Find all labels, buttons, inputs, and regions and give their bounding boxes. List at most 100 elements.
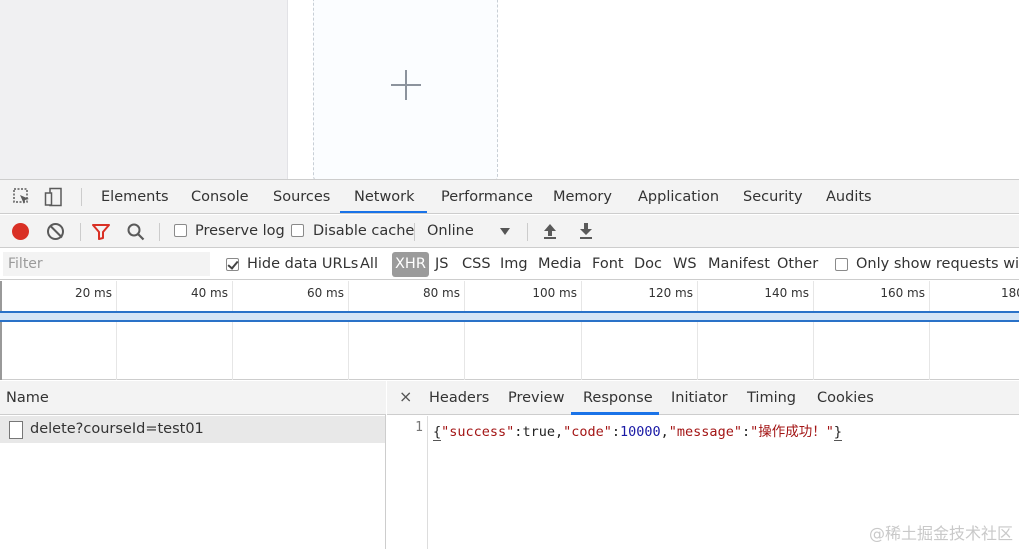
request-row[interactable]: delete?courseId=test01 <box>0 416 385 443</box>
tab-preview[interactable]: Preview <box>508 381 564 415</box>
type-filter-media[interactable]: Media <box>538 249 582 280</box>
hide-data-urls-checkbox[interactable] <box>226 258 239 271</box>
timeline-tick-label: 20 ms <box>74 286 112 300</box>
timeline-gridline <box>813 281 814 380</box>
record-icon[interactable] <box>12 223 29 240</box>
filter-bar: Hide data URLs All XHR JS CSS Img Media … <box>0 249 1019 280</box>
toolbar-separator <box>527 223 528 241</box>
timeline-tick-label: 160 ms <box>880 286 925 300</box>
timeline-gridline <box>232 281 233 380</box>
close-icon[interactable]: × <box>399 381 412 415</box>
timeline-request-bar <box>0 311 1019 322</box>
request-name: delete?courseId=test01 <box>30 421 204 437</box>
type-filter-all[interactable]: All <box>360 249 378 280</box>
timeline-gridline <box>697 281 698 380</box>
device-toolbar-icon[interactable] <box>44 187 64 207</box>
third-party-checkbox[interactable] <box>835 258 848 271</box>
third-party-label: Only show requests with <box>856 256 1019 272</box>
chevron-down-icon[interactable] <box>500 228 510 235</box>
response-body[interactable]: {"success":true,"code":10000,"message":"… <box>433 420 842 441</box>
network-bottom: Name delete?courseId=test01 × Headers Pr… <box>0 381 1019 549</box>
clear-icon[interactable] <box>47 223 64 240</box>
devtools-panel: Elements Console Sources Network Perform… <box>0 179 1019 549</box>
import-har-icon[interactable] <box>543 223 557 239</box>
timeline-tick-label: 100 ms <box>532 286 577 300</box>
disable-cache-label: Disable cache <box>313 223 415 239</box>
json-value: "操作成功！" <box>750 424 834 440</box>
tab-response[interactable]: Response <box>583 381 653 415</box>
request-list: Name delete?courseId=test01 <box>0 381 386 549</box>
left-panel <box>0 0 288 180</box>
timeline-gridline <box>581 281 582 380</box>
timeline-gridline <box>929 281 930 380</box>
filter-icon[interactable] <box>92 224 110 240</box>
disable-cache-checkbox[interactable] <box>291 224 304 237</box>
type-filter-manifest[interactable]: Manifest <box>708 249 770 280</box>
type-filter-ws[interactable]: WS <box>673 249 697 280</box>
json-key: "success" <box>441 424 515 440</box>
watermark: @稀土掘金技术社区 <box>868 524 1013 543</box>
line-gutter: 1 <box>387 416 428 549</box>
tab-cookies[interactable]: Cookies <box>817 381 874 415</box>
timeline-start-marker <box>0 281 2 380</box>
timeline-tick-label: 120 ms <box>648 286 693 300</box>
timeline-gridline <box>348 281 349 380</box>
type-filter-font[interactable]: Font <box>592 249 624 280</box>
tab-audits[interactable]: Audits <box>826 180 872 214</box>
open-brace: { <box>433 424 442 441</box>
type-filter-doc[interactable]: Doc <box>634 249 662 280</box>
name-column-header[interactable]: Name <box>0 381 386 415</box>
export-har-icon[interactable] <box>579 223 593 239</box>
preserve-log-label: Preserve log <box>195 223 285 239</box>
tab-timing[interactable]: Timing <box>747 381 796 415</box>
tab-separator <box>81 188 82 206</box>
tab-headers[interactable]: Headers <box>429 381 489 415</box>
type-filter-other[interactable]: Other <box>777 249 818 280</box>
json-key: "code" <box>563 424 612 440</box>
active-tab-indicator <box>571 412 659 415</box>
preserve-log-checkbox[interactable] <box>174 224 187 237</box>
toolbar-separator <box>80 223 81 241</box>
tab-performance[interactable]: Performance <box>441 180 533 214</box>
detail-tabbar: × Headers Preview Response Initiator Tim… <box>387 381 1019 415</box>
tab-console[interactable]: Console <box>191 180 249 214</box>
toolbar-separator <box>414 223 415 241</box>
timeline-tick-label: 180 <box>1001 286 1019 300</box>
line-number: 1 <box>415 420 423 435</box>
timeline-gridline <box>464 281 465 380</box>
plus-icon <box>391 70 421 100</box>
timeline-tick-label: 60 ms <box>306 286 344 300</box>
inspect-element-icon[interactable] <box>12 187 32 207</box>
toolbar-separator <box>159 223 160 241</box>
close-brace: } <box>833 424 842 441</box>
timeline-tick-label: 140 ms <box>764 286 809 300</box>
timeline-gridline <box>116 281 117 380</box>
type-filter-css[interactable]: CSS <box>462 249 491 280</box>
network-toolbar: Preserve log Disable cache Online <box>0 215 1019 248</box>
timeline-tick-label: 80 ms <box>422 286 460 300</box>
upload-card[interactable] <box>313 0 498 182</box>
tab-security[interactable]: Security <box>743 180 803 214</box>
overview-timeline[interactable]: 20 ms 40 ms 60 ms 80 ms 100 ms 120 ms 14… <box>0 281 1019 380</box>
active-tab-indicator <box>340 211 427 213</box>
document-icon <box>9 421 23 439</box>
tab-sources[interactable]: Sources <box>273 180 330 214</box>
filter-input[interactable] <box>3 252 210 276</box>
tab-elements[interactable]: Elements <box>101 180 169 214</box>
devtools-tabbar: Elements Console Sources Network Perform… <box>0 180 1019 214</box>
tab-initiator[interactable]: Initiator <box>671 381 728 415</box>
type-filter-img[interactable]: Img <box>500 249 528 280</box>
tab-memory[interactable]: Memory <box>553 180 612 214</box>
type-filter-xhr[interactable]: XHR <box>392 252 429 277</box>
tab-application[interactable]: Application <box>638 180 719 214</box>
hide-data-urls-label: Hide data URLs <box>247 256 359 272</box>
throttling-select[interactable]: Online <box>427 215 474 248</box>
search-icon[interactable] <box>127 223 145 241</box>
type-filter-js[interactable]: JS <box>435 249 448 280</box>
timeline-tick-label: 40 ms <box>190 286 228 300</box>
json-key: "message" <box>668 424 742 440</box>
json-value: true <box>522 424 555 440</box>
page-content <box>0 0 1019 182</box>
tab-network[interactable]: Network <box>354 180 415 214</box>
json-value: 10000 <box>620 424 661 440</box>
